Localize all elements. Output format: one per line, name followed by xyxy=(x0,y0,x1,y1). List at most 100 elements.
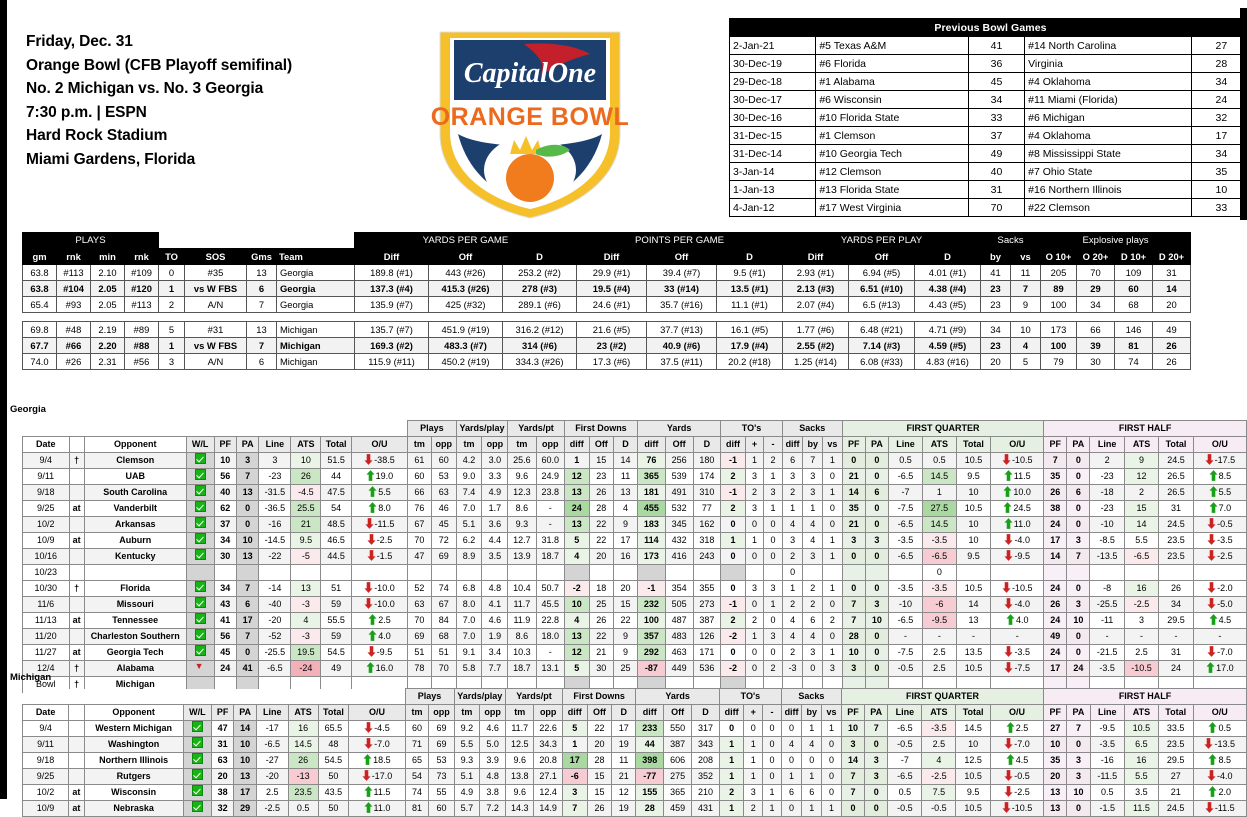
log-header-row: DateOpponentW/LPFPALineATSTotalO/Utmoppt… xyxy=(23,705,1247,721)
log-yards-d: 126 xyxy=(693,629,721,645)
log-to-diff: 2 xyxy=(719,785,744,801)
game-log-row[interactable]: 10/2Arkansas370-162148.5-11.567455.13.69… xyxy=(23,517,1247,533)
log-q1-total: 9.5 xyxy=(956,549,990,565)
log-h1-pf: 35 xyxy=(1044,469,1067,485)
game-log-row[interactable]: 9/4Western Michigan4714-171665.5-4.56069… xyxy=(23,721,1247,737)
log-site-indicator xyxy=(69,485,84,501)
game-log-row[interactable]: 9/11UAB567-23264419.060539.03.39.624.912… xyxy=(23,469,1247,485)
log-ypt-opp: 27.1 xyxy=(534,769,562,785)
game-log-row[interactable]: 10/9atNebraska3229-2.50.55011.081605.77.… xyxy=(23,801,1247,817)
summary-col-header: gm xyxy=(23,249,57,265)
bowl-score-1: 37 xyxy=(968,127,1024,145)
game-log-row[interactable]: 11/27atGeorgia Tech450-25.519.554.5-9.55… xyxy=(23,645,1247,661)
summary-cell: 2.07 (#4) xyxy=(783,297,849,313)
game-log-row[interactable]: 11/20Charleston Southern567-52-3594.0696… xyxy=(23,629,1247,645)
summary-spacer-row xyxy=(23,313,1191,322)
bowl-team-2: #7 Ohio State xyxy=(1025,163,1192,181)
log-points-against: 0 xyxy=(236,501,258,517)
log-sack-diff: 1 xyxy=(782,581,803,597)
log-sack-diff: 4 xyxy=(782,613,803,629)
log-opponent: Kentucky xyxy=(84,549,186,565)
page-left-rule xyxy=(0,0,7,799)
log-sack-diff: 0 xyxy=(781,753,802,769)
log-h1-pa: 0 xyxy=(1067,737,1090,753)
log-points-against: 0 xyxy=(236,645,258,661)
game-log-row[interactable]: 10/16Kentucky3013-22-544.5-1.547698.93.5… xyxy=(23,549,1247,565)
log-h1-ou: -3.5 xyxy=(1193,533,1246,549)
log-plays-opp: 60 xyxy=(429,801,454,817)
game-log-row[interactable]: 10/2atWisconsin38172.523.543.511.574554.… xyxy=(23,785,1247,801)
game-log-row[interactable]: 10/9atAuburn3410-14.59.546.5-2.570726.24… xyxy=(23,533,1247,549)
log-plays-tm: 70 xyxy=(407,533,431,549)
summary-team-name: Michigan xyxy=(277,354,355,370)
game-log-row[interactable]: 9/18South Carolina4013-31.5-4.547.55.566… xyxy=(23,485,1247,501)
log-header-row: DateOpponentW/LPFPALineATSTotalO/Utmoppt… xyxy=(23,437,1247,453)
log-q1-line: -10 xyxy=(889,597,923,613)
log-points-against xyxy=(236,565,258,581)
log-ou: 19.0 xyxy=(351,469,407,485)
summary-cell: 24.6 (#1) xyxy=(577,297,647,313)
log-ypp-opp: 3.4 xyxy=(482,645,508,661)
log-yards-d: 208 xyxy=(692,753,720,769)
log-yards-diff: 100 xyxy=(638,613,666,629)
log-q1-pf: 7 xyxy=(842,597,865,613)
game-log-row[interactable]: 9/25Rutgers2013-20-1350-17.054735.14.813… xyxy=(23,769,1247,785)
summary-cell: 37.5 (#11) xyxy=(647,354,717,370)
log-col-header: Off xyxy=(589,437,614,453)
game-log-row[interactable]: 9/11Washington3110-6.514.548-7.071695.55… xyxy=(23,737,1247,753)
log-q1-pa: 3 xyxy=(865,769,888,785)
log-h1-ou: 0.5 xyxy=(1193,721,1247,737)
summary-cell: 40.9 (#6) xyxy=(647,338,717,354)
log-ypt-opp xyxy=(536,565,564,581)
summary-cell: 23 xyxy=(981,338,1011,354)
log-opponent: Clemson xyxy=(84,453,186,469)
summary-cell: 4.83 (#16) xyxy=(915,354,981,370)
log-plays-tm: 67 xyxy=(407,517,431,533)
log-col-header: diff xyxy=(721,437,745,453)
summary-cell: 316.2 (#12) xyxy=(503,322,577,338)
game-log-row[interactable]: 10/30†Florida347-141351-10.052746.84.810… xyxy=(23,581,1247,597)
log-fd-diff: 17 xyxy=(562,753,587,769)
log-q1-line: -7.5 xyxy=(889,501,923,517)
bowl-date: 3-Jan-14 xyxy=(730,163,816,181)
game-log-table: PlaysYards/playYards/ptFirst DownsYardsT… xyxy=(22,688,1247,817)
log-ou: 5.5 xyxy=(351,485,407,501)
log-ypp-opp: 4.1 xyxy=(482,597,508,613)
log-result-badge xyxy=(186,661,214,677)
log-q1-ats: -3.5 xyxy=(922,533,956,549)
summary-cell: 11.1 (#1) xyxy=(717,297,783,313)
log-points-for: 20 xyxy=(211,769,233,785)
log-points-against: 17 xyxy=(236,613,258,629)
log-ats: 19.5 xyxy=(291,645,321,661)
log-q1-pa xyxy=(865,565,888,581)
log-to-diff: 2 xyxy=(721,469,745,485)
log-h1-pa xyxy=(1067,565,1090,581)
log-q1-pf: 28 xyxy=(842,629,865,645)
summary-col-header: Team xyxy=(277,249,355,265)
summary-cell: 19.5 (#4) xyxy=(577,281,647,297)
summary-cell: A/N xyxy=(185,297,247,313)
log-q1-ou: -7.0 xyxy=(990,737,1043,753)
game-log-row[interactable]: 10/2300 xyxy=(23,565,1247,581)
log-fd-off: 21 xyxy=(589,645,614,661)
log-sack-by: 4 xyxy=(803,629,823,645)
log-ypp-opp: 7.7 xyxy=(482,661,508,677)
log-date: 10/2 xyxy=(23,517,70,533)
game-log-row[interactable]: 12/4†Alabama2441-6.5-244916.078705.87.71… xyxy=(23,661,1247,677)
log-h1-ou: - xyxy=(1193,629,1246,645)
log-result-badge xyxy=(186,565,214,581)
game-log-row[interactable]: 9/18Northern Illinois6310-272654.518.565… xyxy=(23,753,1247,769)
bowl-team-2: #4 Oklahoma xyxy=(1025,127,1192,145)
game-log-row[interactable]: 9/25atVanderbilt620-36.525.5548.076467.0… xyxy=(23,501,1247,517)
log-sack-vs: 0 xyxy=(823,517,843,533)
game-log-row[interactable]: 11/13atTennessee4117-20455.52.570847.04.… xyxy=(23,613,1247,629)
log-sack-vs: 0 xyxy=(823,469,843,485)
log-points-for: 62 xyxy=(214,501,236,517)
game-log-row[interactable]: 11/6Missouri436-40-359-10.063678.04.111.… xyxy=(23,597,1247,613)
log-q1-total: 9.5 xyxy=(956,469,990,485)
log-points-against: 13 xyxy=(236,549,258,565)
summary-cell: 4.59 (#5) xyxy=(915,338,981,354)
log-col-header: Off xyxy=(664,705,692,721)
log-result-badge xyxy=(183,785,211,801)
game-log-row[interactable]: 9/4†Clemson10331051.5-38.561604.23.025.6… xyxy=(23,453,1247,469)
